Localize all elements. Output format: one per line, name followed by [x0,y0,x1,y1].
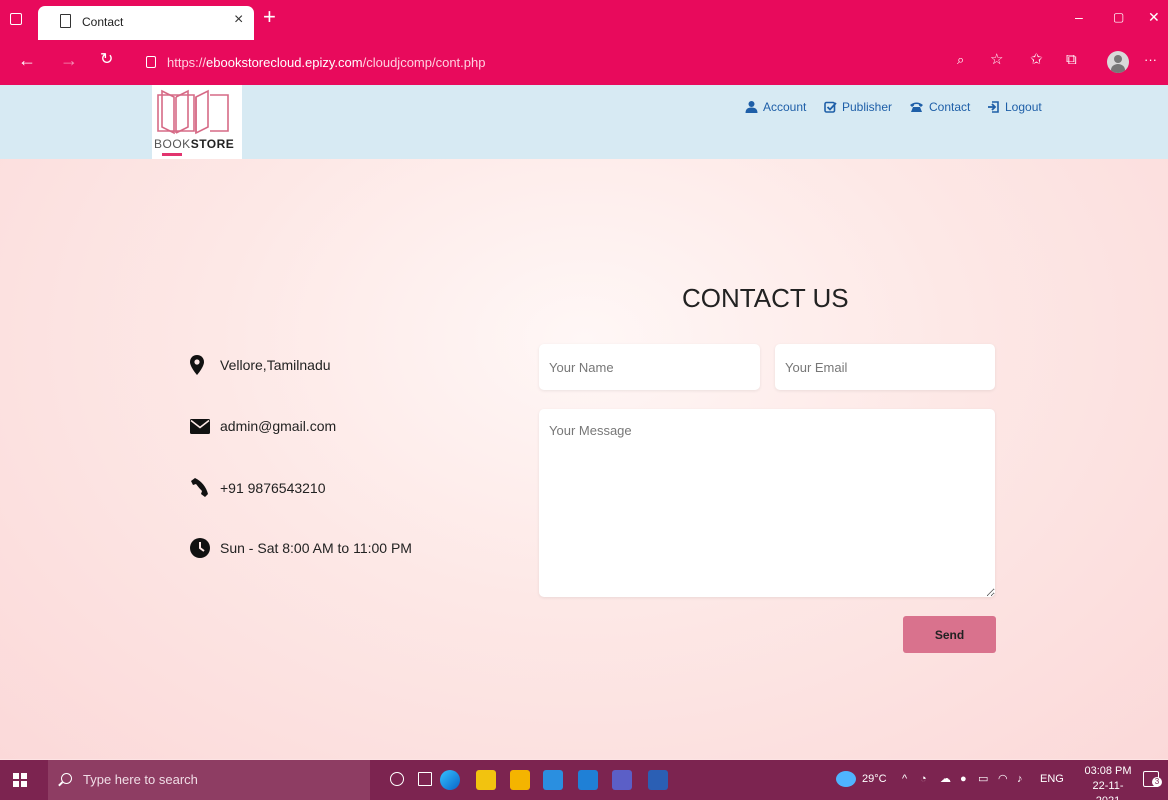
word-app-icon[interactable] [648,770,668,790]
check-square-icon [824,101,837,113]
nav-publisher-link[interactable]: Publisher [824,100,892,114]
info-address: Vellore,Tamilnadu [190,355,331,375]
tab-actions-icon[interactable] [10,13,22,25]
phone-text: +91 9876543210 [220,480,326,496]
browser-tab-bar: Contact × + – ▢ ✕ [0,0,1168,40]
wifi-icon[interactable]: ◠ [998,772,1008,786]
logo-underline [162,153,182,156]
email-text: admin@gmail.com [220,418,337,434]
search-icon [61,773,72,784]
url-text: https://ebookstorecloud.epizy.com/cloudj… [167,55,486,70]
map-marker-icon [190,355,204,375]
os-taskbar: Type here to search 29°C ^ ◔ ☁ ● ▭ ◠ ♪ E… [0,760,1168,800]
clock-icon [190,538,210,558]
info-email: admin@gmail.com [190,418,336,434]
taskbar-search-box[interactable]: Type here to search [48,760,370,800]
store-app-icon[interactable] [476,770,496,790]
envelope-icon [190,418,210,434]
email-input[interactable] [775,344,995,390]
info-phone: +91 9876543210 [190,478,326,498]
microphone-icon[interactable]: ● [960,772,967,786]
message-textarea[interactable] [539,409,995,597]
close-window-button[interactable]: ✕ [1148,10,1160,24]
l-app-icon[interactable] [578,770,598,790]
edge-app-icon[interactable] [440,770,460,790]
onedrive-icon[interactable]: ☁ [940,772,951,786]
name-input[interactable] [539,344,760,390]
logo-text: BOOKSTORE [154,137,235,151]
notifications-icon[interactable]: 3 [1143,771,1162,787]
battery-icon[interactable]: ▭ [978,772,988,786]
teams-app-icon[interactable] [612,770,632,790]
page-title: CONTACT US [682,283,849,313]
info-hours: Sun - Sat 8:00 AM to 11:00 PM [190,538,412,558]
back-arrow-icon[interactable]: ← [18,50,36,70]
refresh-icon[interactable]: ↻ [100,50,113,70]
user-icon [745,101,758,113]
favorite-add-icon[interactable]: ☆ [990,52,1003,68]
book-logo-icon [157,89,229,135]
language-indicator[interactable]: ENG [1040,772,1064,786]
tab-title: Contact [82,15,124,29]
address-bar-row: ← → ↻ https://ebookstorecloud.epizy.com/… [0,40,1168,85]
windows-start-icon[interactable] [13,773,27,787]
show-hidden-icons[interactable]: ^ [902,772,907,786]
hours-text: Sun - Sat 8:00 AM to 11:00 PM [220,540,412,556]
more-menu-icon[interactable]: ··· [1144,52,1157,68]
forward-arrow-icon[interactable]: → [60,50,78,70]
volume-icon[interactable]: ♪ [1017,772,1023,786]
task-view-icon[interactable] [418,772,432,786]
lock-icon [146,56,156,68]
nav-logout-link[interactable]: Logout [987,100,1042,114]
address-text: Vellore,Tamilnadu [220,357,331,373]
new-tab-button[interactable]: + [263,6,276,28]
weather-temp[interactable]: 29°C [862,772,887,786]
profile-avatar[interactable] [1107,51,1129,73]
bookstore-logo[interactable]: BOOKSTORE [152,85,242,159]
url-field[interactable]: https://ebookstorecloud.epizy.com/cloudj… [133,46,1003,78]
collections-icon[interactable]: ⧉ [1066,52,1077,68]
logout-icon [988,101,999,113]
weather-icon[interactable] [836,771,856,787]
file-explorer-icon[interactable] [510,770,530,790]
minimize-button[interactable]: – [1075,10,1083,24]
send-button[interactable]: Send [903,616,996,653]
taskbar-search-placeholder: Type here to search [83,772,198,787]
notification-count-badge: 3 [1152,777,1162,787]
cortana-icon[interactable] [390,772,404,786]
mail-app-icon[interactable] [543,770,563,790]
tab-close-button[interactable]: × [234,12,243,28]
zoom-icon[interactable]: ⌕ [957,52,964,68]
favorites-icon[interactable]: ✩ [1030,52,1043,68]
page-icon [60,14,71,28]
phone-icon [191,478,208,497]
restore-button[interactable]: ▢ [1113,10,1124,24]
nav-contact-link[interactable]: Contact [909,100,970,114]
meet-icon[interactable]: ◔ [920,772,927,786]
taskbar-clock[interactable]: 03:08 PM 22-11-2021 [1082,764,1134,800]
tab-contact[interactable]: Contact × [38,6,254,40]
site-header: BOOKSTORE [0,85,1168,159]
nav-account-link[interactable]: Account [745,100,806,114]
phone-icon [910,102,923,112]
